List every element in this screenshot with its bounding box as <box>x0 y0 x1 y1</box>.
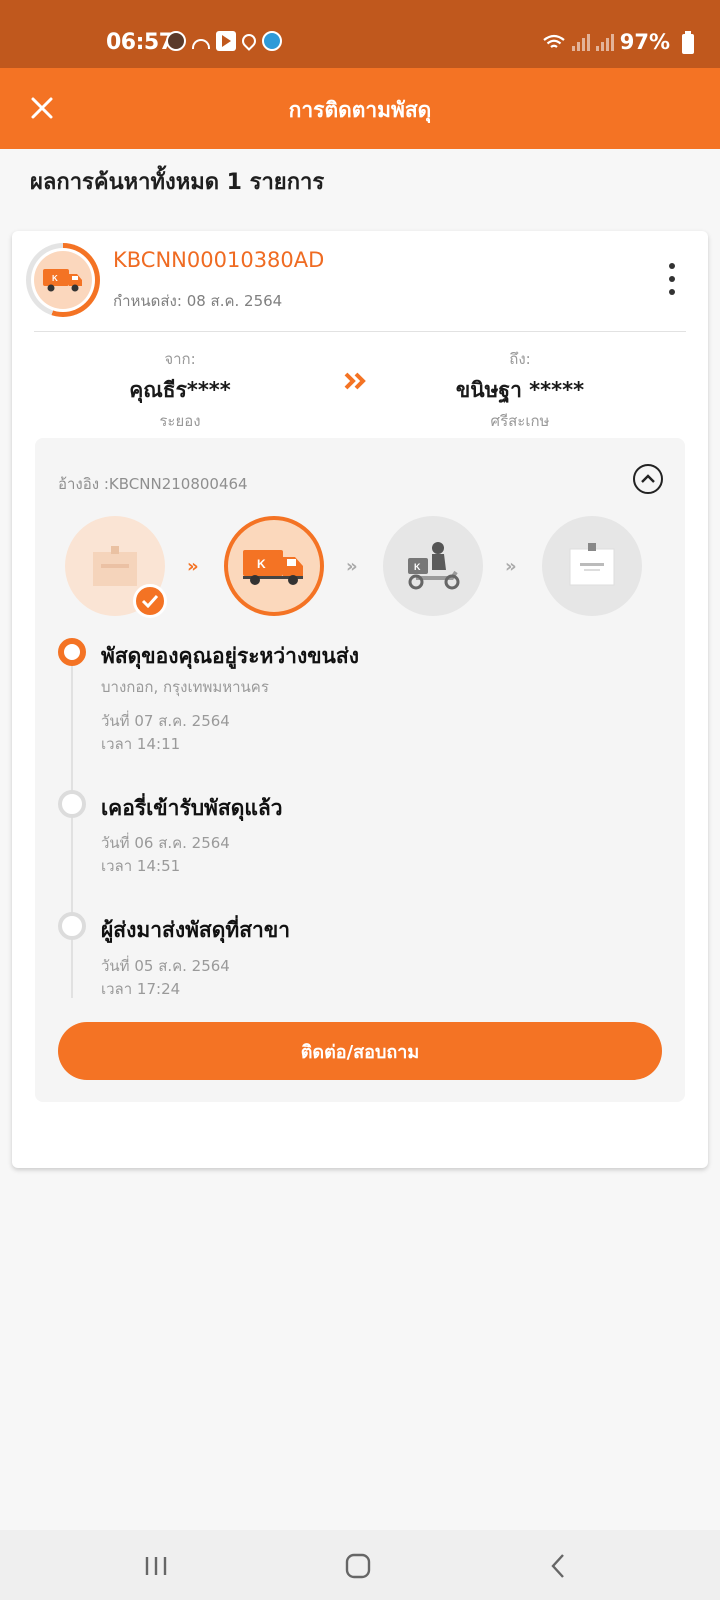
truck-icon: K <box>43 269 82 292</box>
back-button[interactable] <box>536 1546 580 1586</box>
signal-icon-1 <box>571 33 590 51</box>
collapse-button[interactable] <box>633 464 663 494</box>
truck-icon: K <box>243 550 303 585</box>
recipient-name: ขนิษฐา ***** <box>455 378 585 402</box>
notification-icons <box>166 31 282 51</box>
event-title: ผู้ส่งมาส่งพัสดุที่สาขา <box>101 918 290 942</box>
battery-percent: 97% <box>619 30 670 54</box>
event-date: วันที่ 05 ส.ค. 2564 <box>101 957 230 975</box>
contact-button[interactable]: ติดต่อ/สอบถาม <box>58 1022 662 1080</box>
location-icon <box>239 31 259 51</box>
recipient-block: ถึง: ขนิษฐา ***** ศรีสะเกษ <box>400 347 640 433</box>
event-time: เวลา 14:51 <box>101 857 181 875</box>
tracking-number[interactable]: KBCNN00010380AD <box>113 248 324 272</box>
results-count: ผลการค้นหาทั้งหมด 1 รายการ <box>30 170 325 195</box>
app-bar: การติดตามพัสดุ <box>0 68 720 149</box>
status-right: 97% <box>542 30 670 54</box>
scooter-icon: K <box>408 542 460 590</box>
avatar-notification-icon <box>166 31 186 51</box>
event-title: เคอรี่เข้ารับพัสดุแล้ว <box>101 796 283 820</box>
stage-complete-badge <box>133 584 167 618</box>
divider <box>34 331 686 332</box>
stage-out-for-delivery: K <box>383 516 483 616</box>
check-icon <box>141 594 159 608</box>
recent-apps-icon <box>145 1557 167 1575</box>
wifi-icon <box>543 34 565 48</box>
status-bar: 06:57 97% <box>0 0 720 68</box>
stage-arrow-3: » <box>505 556 517 577</box>
stage-arrow-2: » <box>346 556 358 577</box>
system-nav-bar <box>0 1530 720 1600</box>
event-date: วันที่ 06 ส.ค. 2564 <box>101 834 230 852</box>
recipient-location: ศรีสะเกษ <box>490 412 550 430</box>
status-time: 06:57 <box>106 30 174 55</box>
svg-text:K: K <box>414 562 421 572</box>
sender-block: จาก: คุณธีร**** ระยอง <box>60 347 300 433</box>
box-icon <box>93 546 137 586</box>
recent-apps-button[interactable] <box>134 1546 178 1586</box>
event-title: พัสดุของคุณอยู่ระหว่างขนส่ง <box>101 644 359 668</box>
timeline-dot <box>58 790 86 818</box>
back-icon <box>551 1554 564 1578</box>
media-app-icon <box>216 31 236 51</box>
svg-text:K: K <box>257 557 266 571</box>
reference-number: อ้างอิง :KBCNN210800464 <box>58 475 248 493</box>
box-icon <box>569 543 615 586</box>
stage-delivered <box>542 516 642 616</box>
timeline-line <box>71 656 73 998</box>
event-time: เวลา 17:24 <box>101 980 181 998</box>
chevron-up-icon <box>641 474 655 483</box>
more-vert-icon <box>669 263 675 269</box>
home-icon <box>345 1553 371 1579</box>
app-badge-icon <box>262 31 282 51</box>
sender-name: คุณธีร**** <box>129 378 231 402</box>
signal-icon-2 <box>595 33 614 51</box>
due-date: กำหนดส่ง: 08 ส.ค. 2564 <box>113 292 283 310</box>
parcel-card[interactable]: K KBCNN00010380AD กำหนดส่ง: 08 ส.ค. 2564… <box>12 231 708 1168</box>
timeline-dot <box>58 912 86 940</box>
weather-icon <box>192 39 210 49</box>
stage-arrow-1: » <box>187 556 199 577</box>
parcel-status-ring: K <box>26 243 100 317</box>
from-label: จาก: <box>164 350 196 368</box>
to-label: ถึง: <box>509 350 531 368</box>
event-date: วันที่ 07 ส.ค. 2564 <box>101 712 230 730</box>
stage-in-transit: K <box>224 516 324 616</box>
event-location: บางกอก, กรุงเทพมหานคร <box>101 678 269 696</box>
tracking-detail-panel: อ้างอิง :KBCNN210800464 » K » K » พัสดุข… <box>35 438 685 1102</box>
home-button[interactable] <box>336 1546 380 1586</box>
event-time: เวลา 14:11 <box>101 735 181 753</box>
sender-location: ระยอง <box>159 412 201 430</box>
double-chevron-right-icon <box>344 372 366 390</box>
svg-text:K: K <box>52 274 58 283</box>
more-options-button[interactable] <box>660 263 684 295</box>
page-title: การติดตามพัสดุ <box>288 98 432 122</box>
battery-icon <box>682 31 694 54</box>
timeline-dot-active <box>58 638 86 666</box>
